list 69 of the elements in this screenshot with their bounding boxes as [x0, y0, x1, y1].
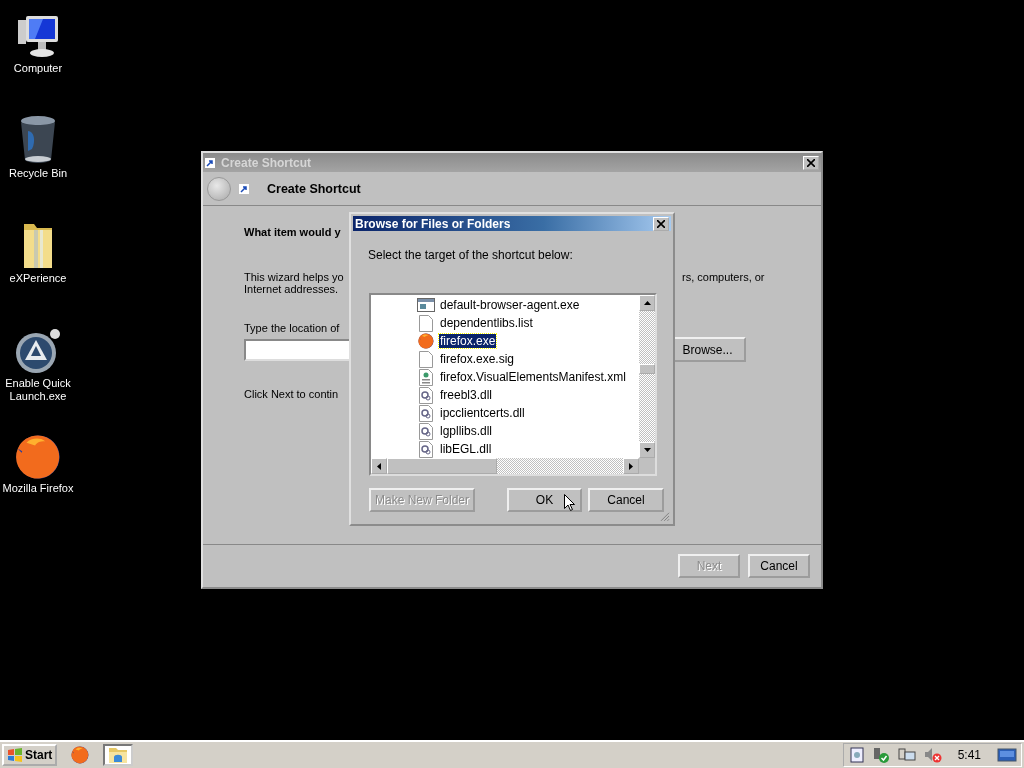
location-label: Type the location of — [244, 322, 340, 334]
scroll-right-button[interactable] — [623, 458, 639, 475]
scrollbar-thumb[interactable] — [639, 364, 655, 375]
window-title: Create Shortcut — [221, 155, 313, 170]
xml-file-icon — [419, 368, 433, 386]
hint-text: Click Next to contin — [244, 388, 339, 400]
clock[interactable]: 5:41 — [957, 748, 981, 762]
question-text: What item would y — [244, 226, 341, 238]
scroll-down-button[interactable] — [639, 442, 655, 459]
dll-file-icon — [419, 422, 433, 440]
close-icon — [657, 219, 665, 228]
shortcut-icon — [239, 183, 249, 194]
dialog-title: Browse for Files or Folders — [355, 216, 512, 231]
shortcut-icon — [205, 157, 215, 168]
recycle-bin-icon — [18, 115, 58, 165]
file-icon — [419, 314, 433, 332]
show-desktop-icon[interactable] — [997, 747, 1017, 763]
close-button[interactable] — [803, 155, 819, 170]
mouse-cursor-icon — [564, 494, 575, 512]
down-arrow-icon — [643, 448, 651, 453]
cancel-button[interactable]: Cancel — [748, 554, 810, 578]
prompt-text: Select the target of the shortcut below: — [368, 248, 574, 263]
launcher-icon — [14, 327, 62, 375]
document-icon[interactable] — [849, 747, 864, 763]
scroll-left-button[interactable] — [371, 458, 387, 475]
taskbar-app-button[interactable] — [103, 744, 134, 766]
resize-grip-icon[interactable] — [659, 512, 671, 522]
desktop-icon-label[interactable]: Mozilla Firefox — [0, 482, 76, 495]
close-icon — [807, 158, 815, 167]
dll-file-icon — [419, 440, 433, 458]
description-text: rs, computers, or — [682, 271, 765, 283]
ok-button[interactable]: OK — [507, 488, 582, 513]
up-arrow-icon — [643, 301, 651, 306]
vertical-scrollbar[interactable] — [639, 295, 655, 459]
tree-item[interactable]: ipcclientcerts.dll — [439, 406, 526, 421]
scroll-up-button[interactable] — [639, 295, 655, 312]
file-icon — [419, 350, 433, 368]
plug-check-icon[interactable] — [871, 747, 890, 763]
explorer-icon — [108, 746, 129, 764]
description-text: This wizard helps yo — [244, 271, 345, 283]
muted-speaker-icon[interactable] — [923, 747, 942, 763]
desktop-icon-label[interactable]: Recycle Bin — [0, 167, 76, 180]
wizard-heading: Create Shortcut — [267, 181, 361, 196]
dll-file-icon — [419, 386, 433, 404]
dll-file-icon — [419, 404, 433, 422]
close-button[interactable] — [653, 216, 669, 231]
tree-item[interactable]: firefox.exe.sig — [439, 352, 516, 367]
desktop-icon-label[interactable]: eXPerience — [0, 272, 76, 285]
application-icon — [417, 298, 435, 313]
tree-item[interactable]: firefox.exe — [439, 334, 497, 349]
scrollbar-thumb[interactable] — [387, 458, 497, 475]
cancel-button[interactable]: Cancel — [588, 488, 664, 513]
description-text: Internet addresses. — [244, 283, 339, 295]
tree-item[interactable]: default-browser-agent.exe — [439, 298, 581, 313]
scrollbar-corner — [639, 458, 655, 475]
network-icon[interactable] — [897, 747, 916, 763]
desktop-icon-label[interactable]: Computer — [0, 62, 76, 75]
horizontal-scrollbar[interactable] — [371, 458, 639, 475]
start-button[interactable]: Start — [2, 744, 58, 766]
left-arrow-icon — [377, 462, 381, 470]
tree-item[interactable]: libEGL.dll — [439, 442, 493, 457]
windows-logo-icon — [7, 748, 23, 762]
tree-item[interactable]: dependentlibs.list — [439, 316, 534, 331]
tree-item[interactable]: firefox.VisualElementsManifest.xml — [439, 370, 627, 385]
tree-item[interactable]: lgpllibs.dll — [439, 424, 494, 439]
tree-item[interactable]: freebl3.dll — [439, 388, 494, 403]
back-button[interactable] — [207, 176, 231, 201]
right-arrow-icon — [629, 462, 633, 470]
desktop-icon-label[interactable]: Enable Quick Launch.exe — [0, 377, 76, 403]
